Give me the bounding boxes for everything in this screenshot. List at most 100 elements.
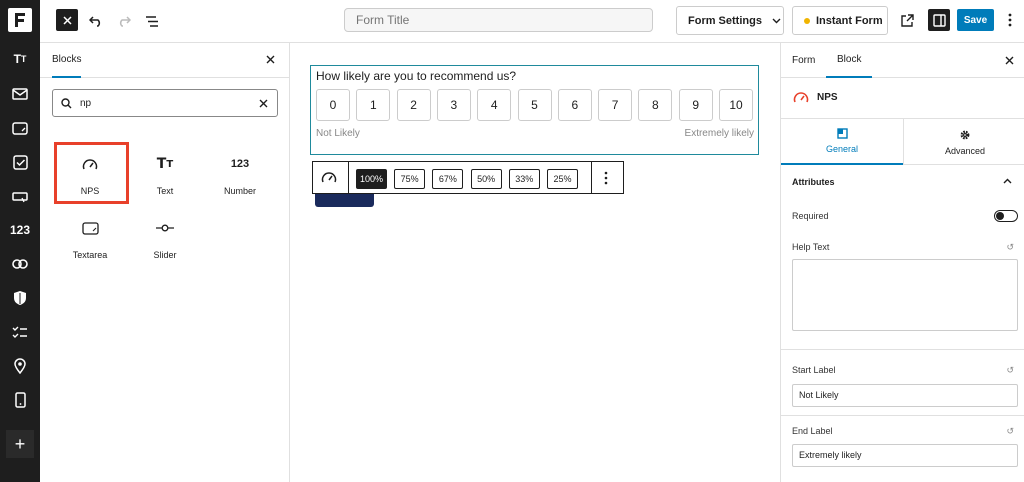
block-label: NPS	[80, 186, 100, 196]
form-title-input[interactable]	[344, 8, 653, 32]
block-search-input[interactable]: np	[52, 89, 278, 117]
width-button-75[interactable]: 75%	[394, 169, 426, 189]
nps-question[interactable]: How likely are you to recommend us?	[316, 69, 516, 83]
nps-end-label: Extremely likely	[684, 128, 754, 139]
tab-blocks[interactable]: Blocks	[52, 43, 82, 78]
status-dot	[804, 17, 810, 24]
toolbar-divider	[348, 162, 349, 193]
toggle-sidebar-button[interactable]	[928, 9, 950, 31]
block-nps[interactable]: NPS	[52, 154, 128, 196]
checkbox-icon[interactable]	[0, 148, 40, 176]
tab-general[interactable]: General	[781, 119, 903, 165]
layout-icon	[836, 128, 848, 139]
nps-option-0[interactable]: 0	[316, 89, 350, 121]
help-text-label: Help Text	[792, 242, 830, 252]
width-button-33[interactable]: 33%	[508, 169, 540, 189]
gauge-icon[interactable]	[321, 171, 337, 184]
nps-option-7[interactable]: 7	[598, 89, 633, 121]
width-button-25[interactable]: 25%	[547, 169, 578, 189]
block-label: Number	[223, 186, 256, 196]
close-settings-icon[interactable]	[1005, 56, 1014, 65]
block-number[interactable]: 123 Number	[202, 154, 278, 196]
undo-icon[interactable]	[86, 11, 106, 31]
required-label: Required	[792, 211, 829, 221]
left-rail: TT 123 +	[0, 0, 40, 482]
block-inserter-panel: Blocks np NPS TT Text 123 Number Textare…	[40, 43, 290, 482]
tab-advanced[interactable]: Advanced	[904, 119, 1024, 165]
text-block-icon[interactable]: TT	[0, 45, 40, 73]
width-button-67[interactable]: 67%	[432, 169, 464, 189]
location-icon[interactable]	[0, 352, 40, 380]
close-inserter-icon[interactable]	[266, 55, 275, 64]
reset-icon[interactable]: ↺	[1006, 426, 1014, 437]
reset-icon[interactable]: ↺	[1006, 365, 1014, 376]
block-label: Text	[156, 186, 174, 196]
save-button[interactable]: Save	[957, 9, 994, 31]
sidebar-icon	[932, 13, 946, 27]
more-options-icon[interactable]	[604, 171, 608, 185]
section-divider	[781, 415, 1024, 416]
nps-option-10[interactable]: 10	[719, 89, 753, 121]
nps-option-1[interactable]: 1	[356, 89, 391, 121]
nps-option-6[interactable]: 6	[557, 89, 592, 121]
block-name: NPS	[817, 92, 838, 103]
nps-option-4[interactable]: 4	[477, 89, 512, 121]
add-block-icon[interactable]: +	[6, 430, 34, 458]
checklist-icon[interactable]	[0, 318, 40, 346]
help-text-textarea[interactable]	[792, 259, 1018, 331]
clear-search-icon[interactable]	[259, 99, 268, 108]
gauge-icon	[82, 158, 98, 169]
nps-option-2[interactable]: 2	[396, 89, 431, 121]
tab-form[interactable]: Form	[792, 43, 815, 78]
block-textarea[interactable]: Textarea	[52, 218, 128, 260]
required-toggle[interactable]	[994, 210, 1018, 222]
redo-icon[interactable]	[114, 11, 134, 31]
submit-button[interactable]	[315, 194, 374, 207]
instant-form-button[interactable]: Instant Form	[792, 6, 888, 35]
link-icon[interactable]	[0, 250, 40, 278]
nps-block[interactable]: How likely are you to recommend us? 0123…	[310, 65, 759, 155]
gauge-icon	[793, 92, 809, 103]
block-text[interactable]: TT Text	[127, 154, 203, 196]
end-label-label: End Label	[792, 426, 833, 436]
end-label-input[interactable]: Extremely likely	[792, 444, 1018, 467]
form-settings-label: Form Settings	[688, 14, 762, 27]
search-icon	[61, 97, 72, 108]
tab-advanced-label: Advanced	[944, 145, 986, 156]
tab-general-label: General	[825, 144, 859, 154]
instant-form-label: Instant Form	[816, 14, 883, 27]
mail-icon[interactable]	[0, 80, 40, 108]
more-options-icon[interactable]	[1002, 10, 1018, 30]
list-view-icon[interactable]	[142, 11, 162, 31]
textarea-icon[interactable]	[0, 114, 40, 142]
nps-option-3[interactable]: 3	[436, 89, 471, 121]
block-slider[interactable]: Slider	[127, 218, 203, 260]
settings-tabs: Form Block	[781, 43, 1024, 78]
tab-block[interactable]: Block	[826, 43, 873, 78]
reset-icon[interactable]: ↺	[1006, 242, 1014, 253]
external-link-icon[interactable]	[897, 10, 917, 30]
width-button-100[interactable]: 100%	[356, 169, 387, 189]
form-settings-button[interactable]: Form Settings	[676, 6, 784, 35]
block-card: NPS	[793, 91, 838, 104]
attributes-heading[interactable]: Attributes	[792, 177, 835, 187]
shield-icon[interactable]	[0, 284, 40, 312]
block-label: Textarea	[72, 250, 108, 260]
text-icon: TT	[156, 156, 174, 172]
number-icon: 123	[230, 158, 250, 170]
textarea-icon	[81, 221, 99, 235]
nps-option-5[interactable]: 5	[517, 89, 552, 121]
chevron-up-icon[interactable]	[1003, 178, 1012, 184]
nps-option-9[interactable]: 9	[678, 89, 713, 121]
mobile-icon[interactable]	[0, 386, 40, 414]
button-icon[interactable]	[0, 183, 40, 211]
start-label-input[interactable]: Not Likely	[792, 384, 1018, 407]
inserter-header: Blocks	[40, 43, 289, 78]
block-label: Slider	[153, 250, 177, 260]
nps-option-8[interactable]: 8	[638, 89, 673, 121]
number-icon[interactable]: 123	[0, 216, 40, 244]
block-toolbar: 100% 75% 67% 50% 33% 25%	[312, 161, 624, 194]
close-editor-button[interactable]	[56, 9, 78, 31]
app-logo[interactable]	[8, 8, 32, 32]
width-button-50[interactable]: 50%	[470, 169, 502, 189]
